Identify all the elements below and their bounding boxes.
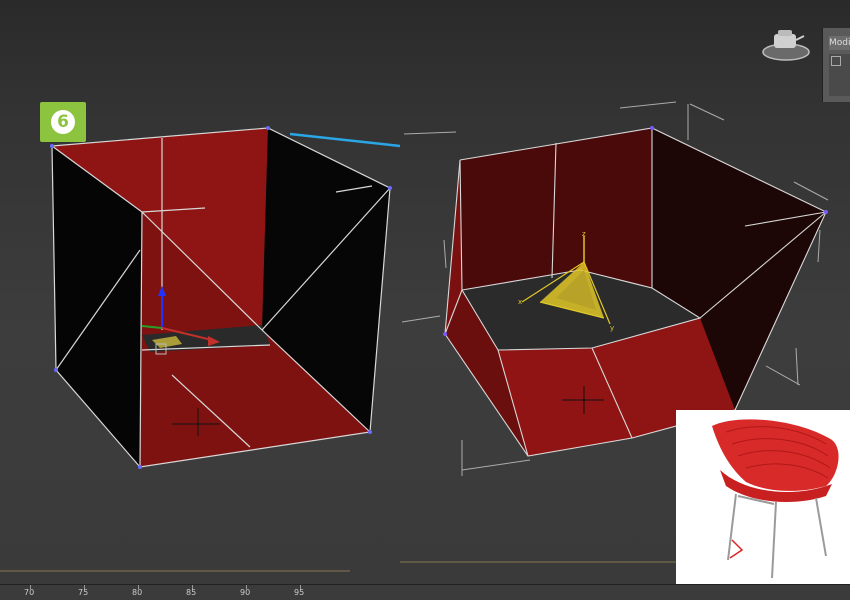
tick-label: 75	[78, 588, 89, 597]
chair-reference-image	[676, 410, 850, 600]
box-mesh-open[interactable]	[50, 126, 392, 469]
modify-tab[interactable]: Modif	[829, 36, 850, 50]
tick-label: 95	[294, 588, 305, 597]
svg-text:z: z	[582, 230, 586, 238]
svg-text:x: x	[518, 298, 522, 306]
modifier-stack[interactable]	[829, 54, 850, 96]
timeline-ruler[interactable]: 70 75 80 85 90 95	[0, 584, 850, 600]
tick-label: 70	[24, 588, 35, 597]
step-number: 6	[51, 110, 75, 134]
step-number-badge: 6	[40, 102, 86, 142]
tick-label: 90	[240, 588, 251, 597]
viewport-perspective[interactable]: z x y Modif 6	[0, 0, 850, 600]
connector-line	[289, 132, 401, 148]
svg-text:y: y	[610, 324, 614, 332]
modifier-checkbox[interactable]	[831, 56, 841, 66]
viewcube-teapot-icon[interactable]	[760, 30, 812, 62]
tick-label: 85	[186, 588, 197, 597]
tick-label: 80	[132, 588, 143, 597]
command-panel[interactable]: Modif	[822, 28, 850, 102]
